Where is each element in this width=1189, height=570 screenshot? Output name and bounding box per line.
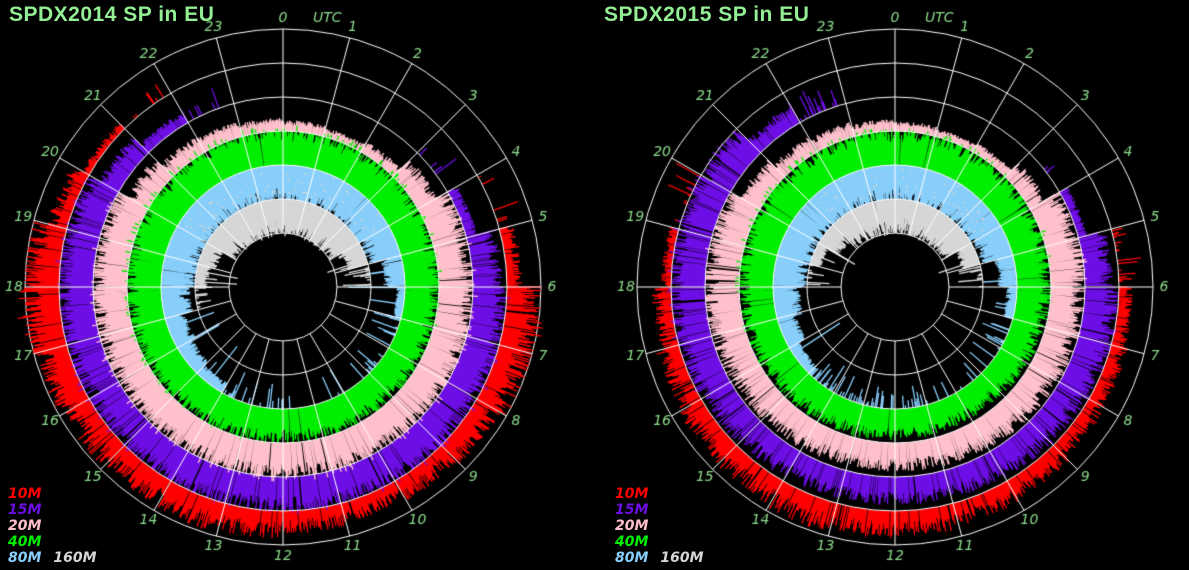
legend-label-15m: 15M: [8, 502, 41, 518]
dual-polar-charts: SPDX2014 SP in EU 10M 15M 20M 40M 80M 160…: [0, 0, 1189, 570]
legend-label-15m: 15M: [615, 502, 648, 518]
legend-label-80m: 80M: [615, 550, 648, 566]
chart-panel-2014: SPDX2014 SP in EU 10M 15M 20M 40M 80M 160…: [0, 0, 594, 570]
legend-label-80m: 80M: [8, 550, 41, 566]
screenshot-root: { "page": { "background": "#000000" }, "…: [0, 0, 1189, 570]
legend-label-160m: 160M: [53, 550, 96, 566]
legend-label-10m: 10M: [8, 486, 41, 502]
band-legend-2015: 10M 15M 20M 40M 80M 160M: [615, 486, 704, 566]
polar-chart-canvas-2015: [595, 0, 1189, 570]
legend-label-40m: 40M: [615, 534, 648, 550]
legend-label-40m: 40M: [8, 534, 41, 550]
band-legend-2014: 10M 15M 20M 40M 80M 160M: [8, 486, 97, 566]
chart-panel-2015: SPDX2015 SP in EU 10M 15M 20M 40M 80M 160…: [595, 0, 1189, 570]
chart-title-2015: SPDX2015 SP in EU: [604, 3, 809, 27]
legend-label-20m: 20M: [8, 518, 41, 534]
chart-title-2014: SPDX2014 SP in EU: [9, 3, 214, 27]
legend-label-160m: 160M: [660, 550, 703, 566]
legend-label-20m: 20M: [615, 518, 648, 534]
legend-label-10m: 10M: [615, 486, 648, 502]
polar-chart-canvas-2014: [0, 0, 594, 570]
